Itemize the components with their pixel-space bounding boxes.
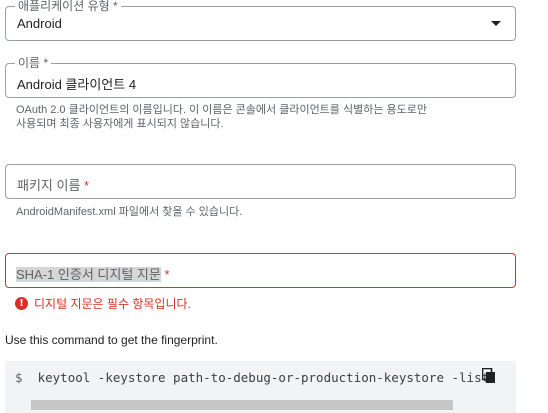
sha1-fingerprint-field[interactable]: SHA-1 인증서 디지털 지문 *	[5, 253, 516, 288]
sha1-fingerprint-placeholder: SHA-1 인증서 디지털 지문 *	[16, 267, 170, 282]
package-name-field[interactable]: 패키지 이름 *	[5, 164, 516, 199]
caret-down-icon[interactable]	[491, 21, 501, 26]
name-hint: OAuth 2.0 클라이언트의 이름입니다. 이 이름은 콘솔에서 클라이언트…	[16, 104, 427, 130]
package-name-hint: AndroidManifest.xml 파일에서 찾을 수 있습니다.	[16, 206, 243, 218]
horizontal-scrollbar[interactable]	[31, 400, 453, 410]
application-type-value: Android	[17, 16, 62, 31]
application-type-label: 애플리케이션 유형 *	[15, 0, 121, 13]
copy-icon[interactable]	[482, 368, 496, 384]
name-field[interactable]: 이름 * Android 클라이언트 4	[5, 56, 516, 98]
command-info-text: Use this command to get the fingerprint.	[5, 333, 218, 347]
name-value: Android 클라이언트 4	[17, 77, 137, 92]
command-code-block: $ keytool -keystore path-to-debug-or-pro…	[5, 361, 516, 413]
application-type-select[interactable]: 애플리케이션 유형 * Android	[5, 0, 516, 41]
command-line: $ keytool -keystore path-to-debug-or-pro…	[15, 370, 490, 385]
sha1-error-message: ! 디지털 지문은 필수 항목입니다.	[15, 295, 191, 312]
name-label: 이름 *	[15, 56, 52, 70]
package-name-placeholder: 패키지 이름 *	[17, 178, 90, 193]
error-icon: !	[15, 297, 28, 310]
